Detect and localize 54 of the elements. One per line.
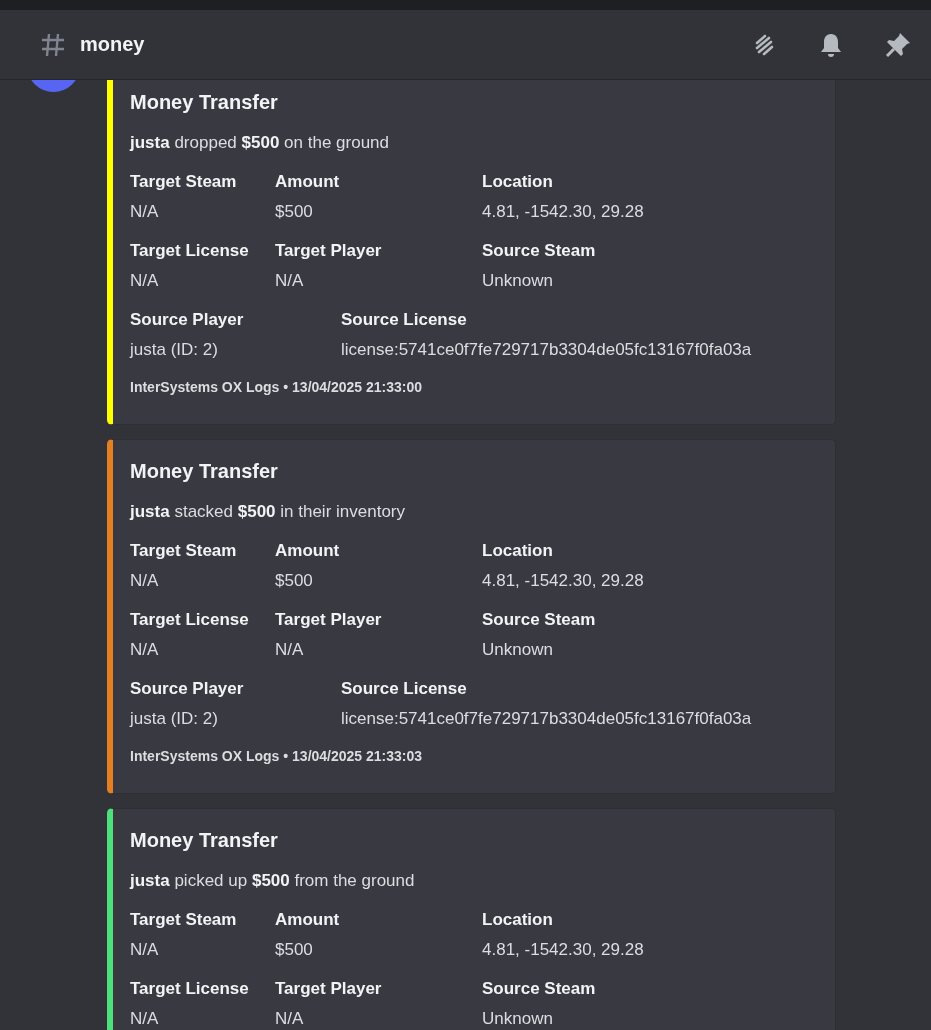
- field-name: Location: [482, 909, 554, 931]
- field-value: 4.81, -1542.30, 29.28: [482, 939, 645, 961]
- embed-title: Money Transfer: [130, 828, 279, 852]
- field-name: Target Steam: [130, 171, 238, 193]
- field-name: Target Player: [275, 978, 383, 1000]
- field-value: 4.81, -1542.30, 29.28: [482, 201, 645, 223]
- field-name: Target License: [130, 978, 250, 1000]
- field-value: Unknown: [482, 639, 554, 661]
- field-name: Source Steam: [482, 978, 597, 1000]
- field-name: Target License: [130, 609, 250, 631]
- hash-icon: [40, 31, 66, 58]
- field-name: Target Player: [275, 609, 383, 631]
- embed-description: justa dropped $500 on the ground: [130, 132, 390, 154]
- field-value: N/A: [130, 270, 160, 292]
- field-name: Target License: [130, 240, 250, 262]
- field-value: N/A: [130, 639, 160, 661]
- channel-name: money: [80, 33, 146, 56]
- field-name: Amount: [275, 171, 341, 193]
- field-name: Source Player: [130, 309, 245, 331]
- embed-footer: InterSystems OX Logs • 13/04/2025 21:33:00: [130, 378, 819, 396]
- field-name: Amount: [275, 540, 341, 562]
- embed-description: justa stacked $500 in their inventory: [130, 501, 406, 523]
- field-value: Unknown: [482, 1008, 554, 1030]
- field-name: Source License: [341, 678, 468, 700]
- field-name: Source Steam: [482, 609, 597, 631]
- field-name: Source Steam: [482, 240, 597, 262]
- field-value: license:5741ce0f7fe729717b3304de05fc13167f0fa03a: [341, 708, 753, 730]
- field-value: justa (ID: 2): [130, 339, 219, 361]
- field-value: $500: [275, 939, 314, 961]
- field-name: Source Player: [130, 678, 245, 700]
- field-value: N/A: [275, 639, 305, 661]
- embed-description: justa picked up $500 from the ground: [130, 870, 416, 892]
- field-value: N/A: [130, 570, 160, 592]
- field-name: Amount: [275, 909, 341, 931]
- field-value: N/A: [275, 270, 305, 292]
- field-value: N/A: [130, 939, 160, 961]
- field-name: Location: [482, 540, 554, 562]
- field-value: license:5741ce0f7fe729717b3304de05fc13167f0fa03a: [341, 339, 753, 361]
- field-value: N/A: [130, 1008, 160, 1030]
- field-value: Unknown: [482, 270, 554, 292]
- field-name: Target Steam: [130, 909, 238, 931]
- field-value: 4.81, -1542.30, 29.28: [482, 570, 645, 592]
- field-value: justa (ID: 2): [130, 708, 219, 730]
- field-value: N/A: [275, 1008, 305, 1030]
- field-name: Target Player: [275, 240, 383, 262]
- field-value: $500: [275, 570, 314, 592]
- embed-footer: InterSystems OX Logs • 13/04/2025 21:33:03: [130, 747, 819, 765]
- embed-title: Money Transfer: [130, 459, 279, 483]
- embed-title: Money Transfer: [130, 90, 279, 114]
- field-value: $500: [275, 201, 314, 223]
- field-name: Location: [482, 171, 554, 193]
- field-value: N/A: [130, 201, 160, 223]
- field-name: Source License: [341, 309, 468, 331]
- field-name: Target Steam: [130, 540, 238, 562]
